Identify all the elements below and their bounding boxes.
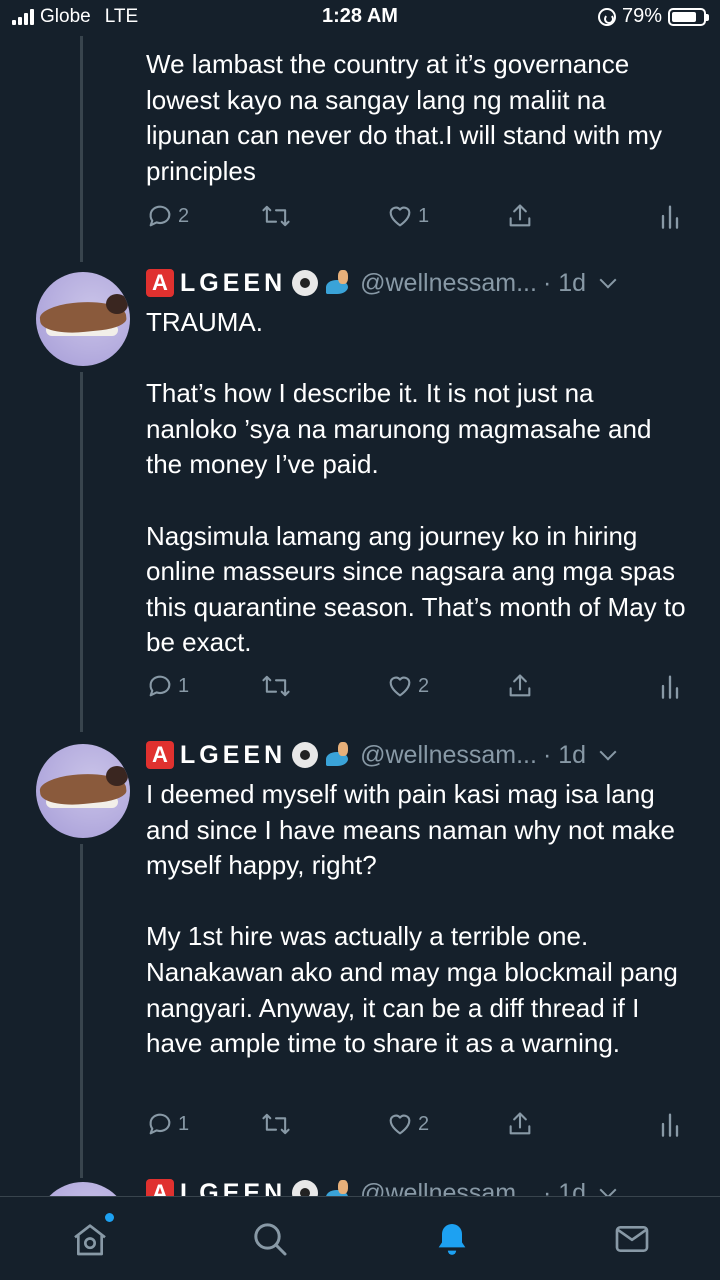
bottom-nav — [0, 1196, 720, 1280]
tweet-actions: 2 1 — [146, 202, 686, 238]
reply-button[interactable]: 2 — [146, 202, 189, 230]
search-icon — [254, 1223, 287, 1256]
tweet-time: · 1d — [542, 740, 587, 769]
share-icon — [509, 1112, 531, 1135]
share-icon — [509, 204, 531, 227]
share-button[interactable] — [506, 1110, 534, 1138]
avatar[interactable] — [36, 1182, 130, 1196]
a-button-emoji: A — [146, 741, 174, 769]
eye-emoji-icon — [292, 270, 319, 296]
eye-emoji-icon — [292, 742, 319, 768]
tweet[interactable]: A LGEEN @wellnessam... · 1d I deemed mys… — [0, 734, 720, 1176]
reply-icon — [149, 675, 171, 697]
like-button[interactable]: 2 — [386, 672, 429, 700]
tweet[interactable]: We lambast the country at it’s governanc… — [0, 0, 720, 262]
tweet-time: · 1d — [542, 268, 587, 297]
tweet-header: A LGEEN @wellnessam... · 1d — [146, 740, 617, 770]
analytics-button[interactable] — [658, 202, 682, 230]
retweet-icon — [262, 205, 290, 227]
reply-button[interactable]: 1 — [146, 1110, 189, 1138]
analytics-icon — [661, 205, 679, 229]
retweet-button[interactable] — [260, 202, 296, 230]
rotation-lock-icon — [597, 7, 616, 26]
tweet-time: · 1d — [542, 1178, 587, 1197]
battery-percent: 79% — [621, 5, 662, 27]
nav-messages[interactable] — [608, 1215, 656, 1263]
reply-icon — [149, 205, 171, 227]
like-count: 2 — [418, 1112, 430, 1135]
like-count: 1 — [418, 204, 430, 227]
nav-notifications[interactable] — [428, 1215, 476, 1263]
nav-home[interactable] — [66, 1213, 114, 1263]
analytics-icon — [661, 675, 679, 699]
status-bar: Globe LTE 1:28 AM 79% — [0, 0, 720, 36]
tweet[interactable]: A LGEEN @wellnessam... · 1d TRAUMA. That… — [0, 262, 720, 734]
notifications-icon — [438, 1224, 466, 1255]
user-handle[interactable]: @wellnessam... — [360, 741, 537, 770]
tweet-paragraph: I deemed myself with pain kasi mag isa l… — [146, 779, 675, 881]
avatar[interactable] — [36, 744, 130, 838]
tweet-paragraph: That’s how I describe it. It is not just… — [146, 378, 652, 480]
merman-emoji-icon — [324, 268, 354, 298]
tweet-paragraph: We lambast the country at it’s governanc… — [146, 49, 662, 186]
chevron-down-icon[interactable] — [599, 743, 617, 761]
tweet-actions: 1 2 — [146, 672, 686, 708]
merman-emoji-icon — [324, 740, 354, 770]
share-icon — [509, 674, 531, 697]
a-button-emoji: A — [146, 1179, 174, 1196]
status-right: 79% — [597, 5, 709, 28]
tweet-paragraph: Nagsimula lamang ang journey ko in hirin… — [146, 520, 686, 658]
reply-count: 1 — [178, 1112, 190, 1135]
merman-emoji-icon — [324, 1178, 354, 1196]
home-icon — [74, 1224, 106, 1256]
analytics-button[interactable] — [658, 672, 682, 700]
avatar[interactable] — [36, 272, 130, 366]
tweet-header: A LGEEN @wellnessam... · 1d — [146, 268, 617, 298]
tweet-header: A LGEEN @wellnessam... · 1d — [146, 1178, 617, 1197]
chevron-down-icon[interactable] — [599, 1181, 617, 1196]
display-name[interactable]: LGEEN — [180, 1179, 286, 1197]
retweet-button[interactable] — [260, 1110, 296, 1138]
a-button-emoji: A — [146, 269, 174, 297]
tweet-text: TRAUMA. That’s how I describe it. It is … — [146, 305, 686, 661]
retweet-icon — [262, 675, 290, 697]
reply-icon — [149, 1113, 171, 1135]
analytics-icon — [661, 1113, 679, 1137]
display-name[interactable]: LGEEN — [180, 269, 286, 298]
eye-emoji-icon — [292, 1180, 319, 1196]
share-button[interactable] — [506, 672, 534, 700]
nav-search[interactable] — [246, 1215, 294, 1263]
display-name[interactable]: LGEEN — [180, 741, 286, 770]
reply-count: 2 — [178, 204, 190, 227]
tweet-actions: 1 2 — [146, 1110, 686, 1146]
retweet-button[interactable] — [260, 672, 296, 700]
like-count: 2 — [418, 674, 430, 697]
heart-icon — [389, 676, 411, 697]
tweet-text: I deemed myself with pain kasi mag isa l… — [146, 777, 686, 1062]
retweet-icon — [262, 1113, 290, 1135]
analytics-button[interactable] — [658, 1110, 682, 1138]
heart-icon — [389, 1114, 411, 1135]
user-handle[interactable]: @wellnessam... — [360, 1179, 537, 1197]
messages-icon — [615, 1226, 649, 1252]
tweet-paragraph: My 1st hire was actually a terrible one.… — [146, 921, 678, 1059]
battery-icon — [668, 7, 709, 26]
reply-button[interactable]: 1 — [146, 672, 189, 700]
heart-icon — [389, 206, 411, 227]
tweet-paragraph: TRAUMA. — [146, 307, 263, 337]
user-handle[interactable]: @wellnessam... — [360, 269, 537, 298]
chevron-down-icon[interactable] — [599, 271, 617, 289]
like-button[interactable]: 2 — [386, 1110, 429, 1138]
battery-fill — [672, 11, 696, 22]
tweet[interactable]: A LGEEN @wellnessam... · 1d — [0, 1176, 720, 1196]
tweet-text: We lambast the country at it’s governanc… — [146, 47, 686, 189]
like-button[interactable]: 1 — [386, 202, 429, 230]
new-content-dot — [105, 1213, 114, 1222]
reply-count: 1 — [178, 674, 190, 697]
share-button[interactable] — [506, 202, 534, 230]
